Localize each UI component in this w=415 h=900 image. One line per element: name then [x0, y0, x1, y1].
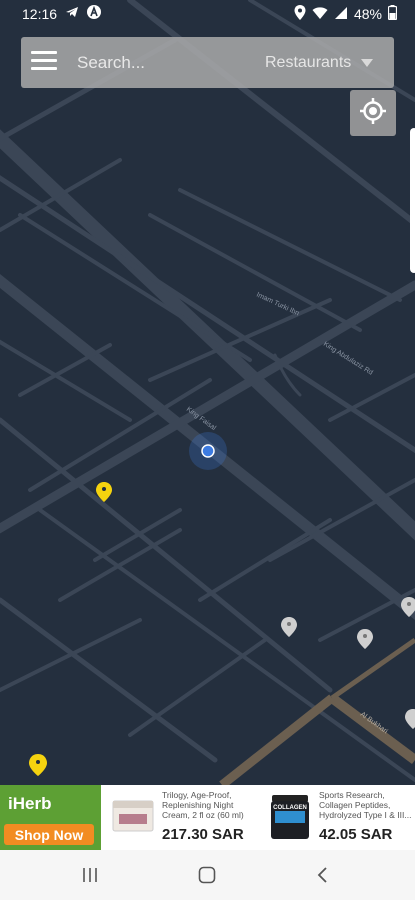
status-bar: 12:16 48%: [0, 0, 415, 28]
iherb-logo: iHerb: [8, 794, 52, 813]
category-dropdown[interactable]: Restaurants: [265, 52, 383, 74]
system-nav-bar: [0, 850, 415, 900]
circle-a-icon: [86, 4, 102, 23]
collagen-jar-label: COLLAGEN: [273, 805, 307, 811]
search-bar: Restaurants: [21, 37, 394, 88]
shop-now-button[interactable]: Shop Now: [4, 824, 94, 845]
edge-panel-handle[interactable]: [410, 128, 415, 273]
my-location-button[interactable]: [350, 90, 396, 136]
category-dropdown-label: Restaurants: [265, 54, 352, 71]
battery-icon: [387, 5, 398, 23]
product-price: 217.30 SAR: [162, 826, 244, 843]
product-name: Sports Research, Collagen Peptides, Hydr…: [319, 790, 412, 820]
back-icon[interactable]: [307, 863, 337, 887]
night-cream-image: [109, 791, 157, 843]
product-name: Trilogy, Age-Proof, Replenishing Night C…: [162, 790, 244, 820]
home-icon[interactable]: [192, 863, 222, 887]
crosshair-icon: [359, 97, 387, 130]
ad-product[interactable]: Trilogy, Age-Proof, Replenishing Night C…: [105, 785, 260, 850]
dropdown-arrow-icon: [361, 54, 374, 72]
status-time: 12:16: [22, 6, 58, 22]
search-input[interactable]: [75, 49, 249, 77]
wifi-icon: [312, 6, 328, 23]
signal-icon: [334, 6, 348, 23]
telegram-icon: [64, 4, 80, 23]
hamburger-menu-icon[interactable]: [31, 51, 57, 73]
product-price: 42.05 SAR: [319, 826, 393, 843]
iherb-ad-panel[interactable]: iHerb Shop Now: [0, 785, 101, 850]
ad-product[interactable]: COLLAGEN Sports Research, Collagen Pepti…: [262, 785, 415, 850]
collagen-jar-image: COLLAGEN: [266, 791, 314, 843]
location-icon: [294, 5, 306, 23]
ad-banner[interactable]: iHerb Shop Now Trilogy, Age-Proof, Reple…: [0, 785, 415, 850]
current-location-marker: [189, 432, 227, 470]
battery-level: 48%: [353, 6, 382, 22]
recent-apps-icon[interactable]: [75, 863, 105, 887]
